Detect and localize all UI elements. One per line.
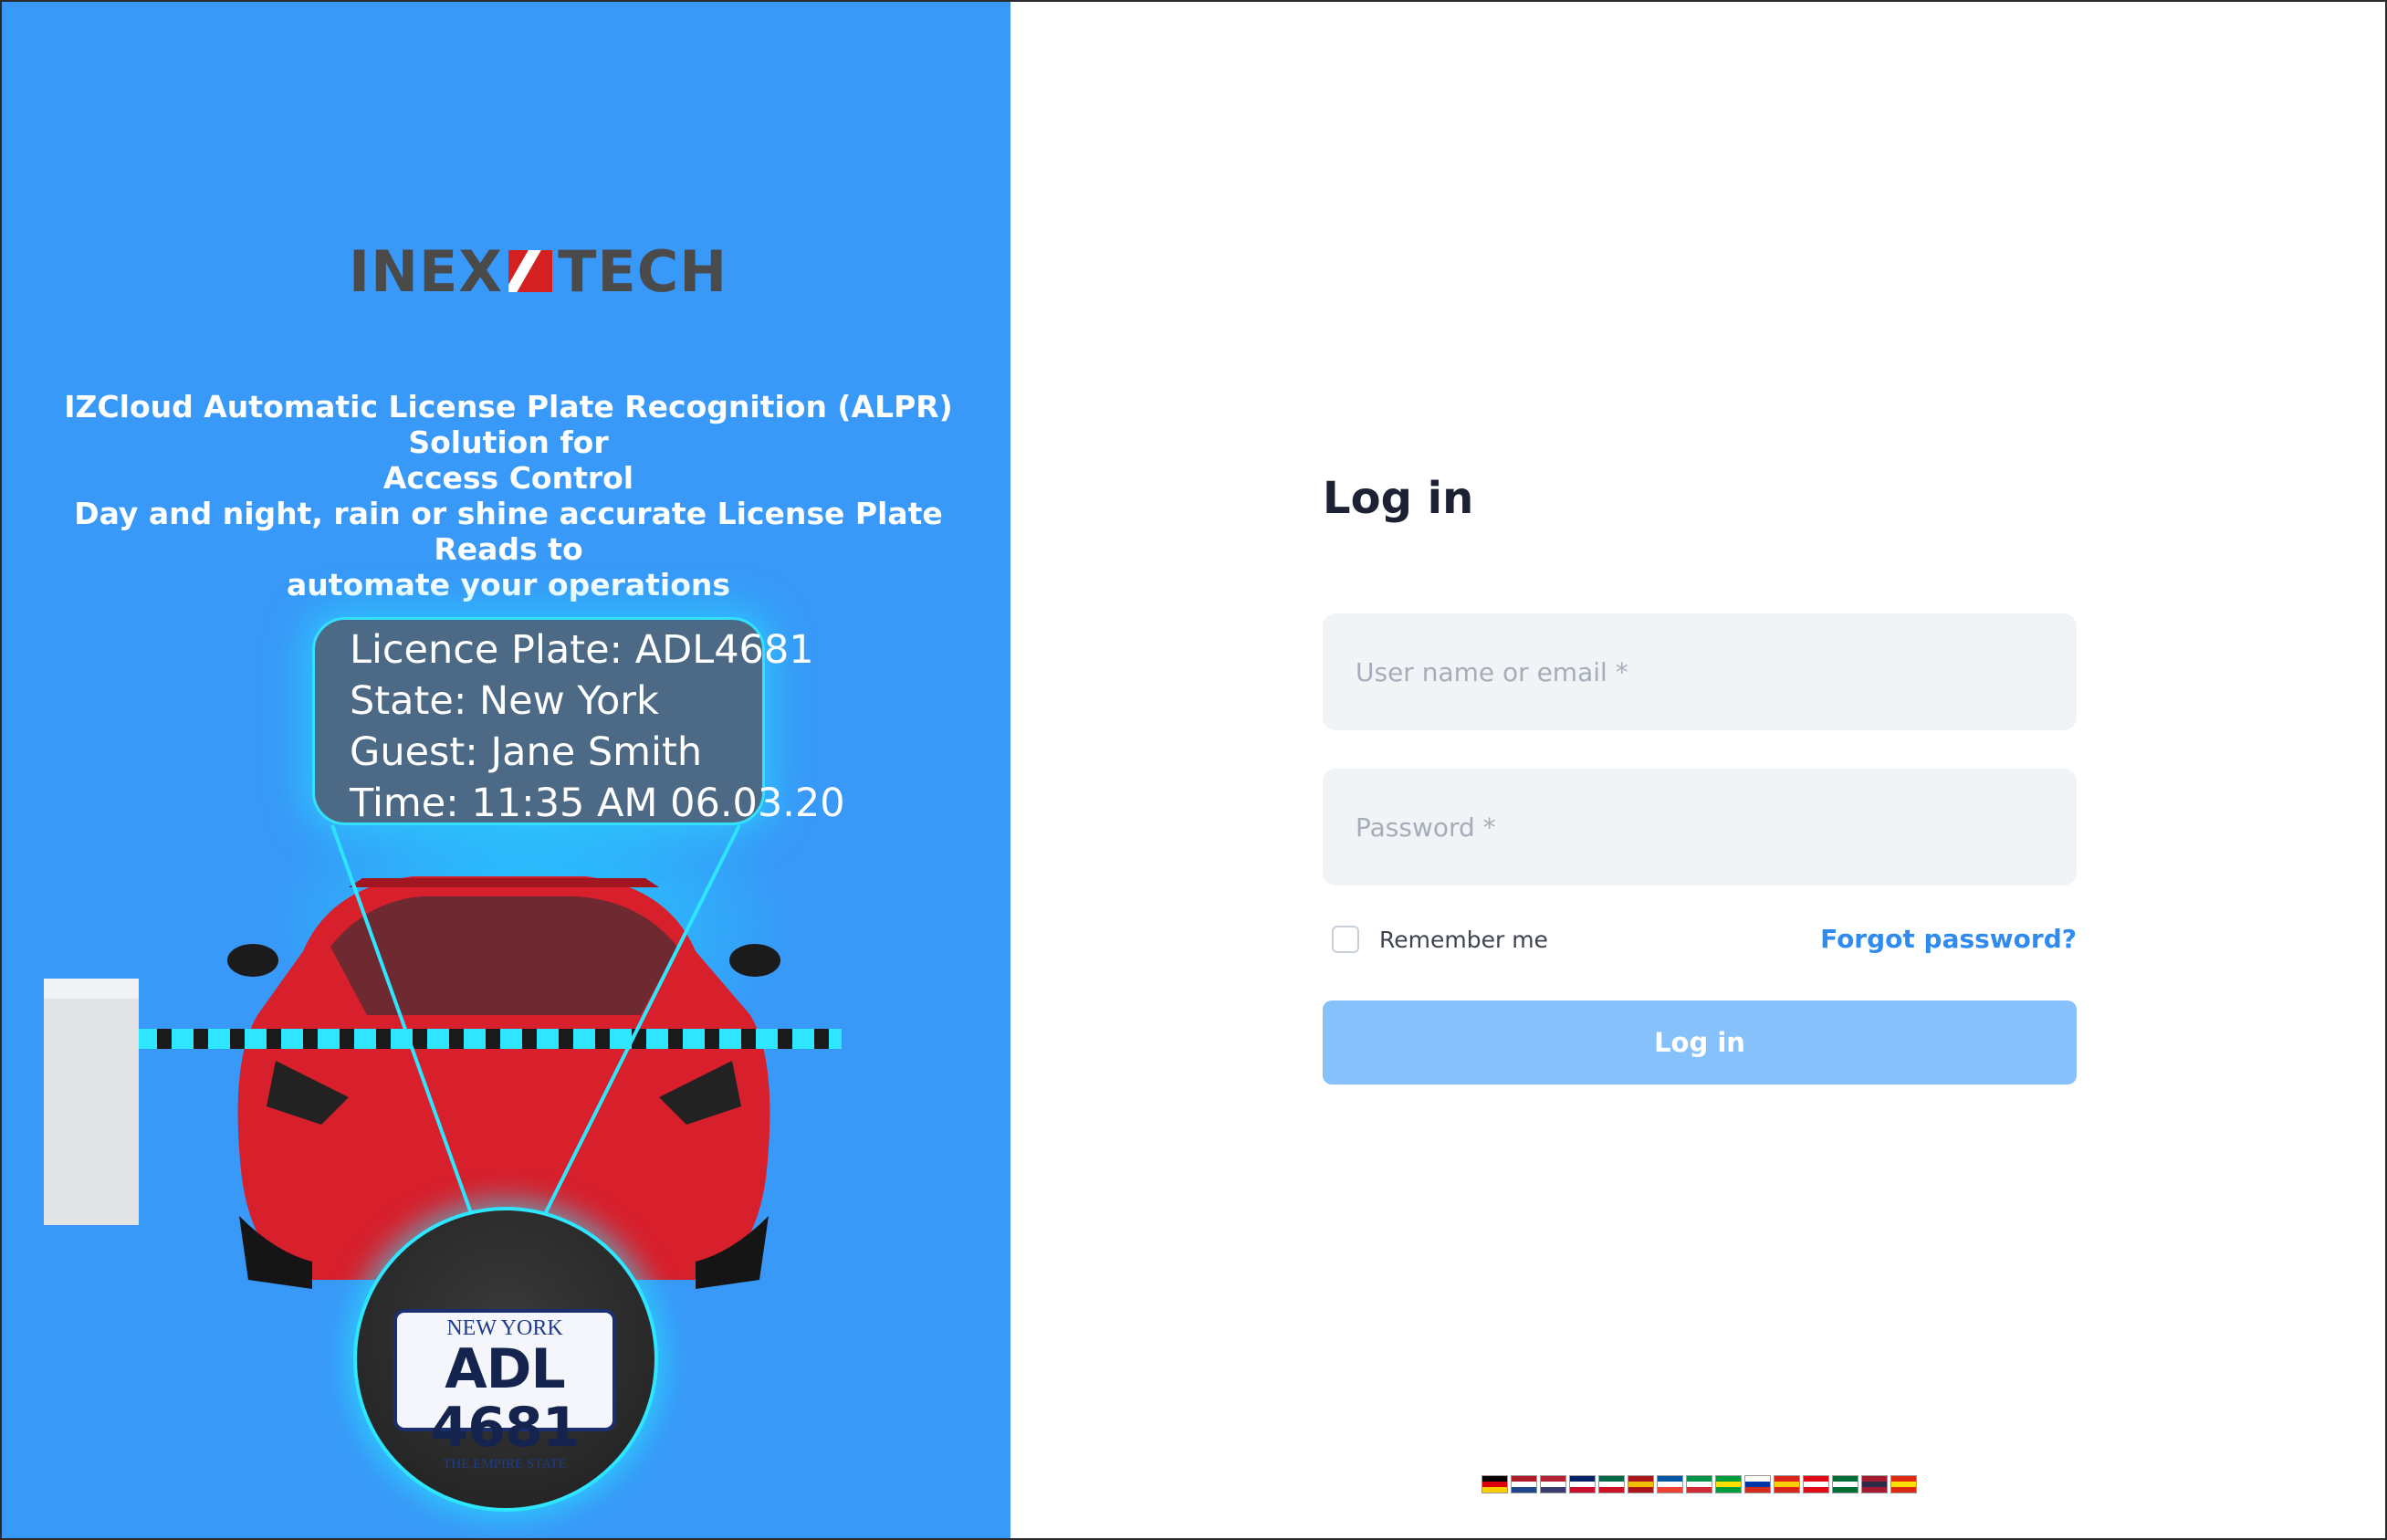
china-flag-icon[interactable] <box>1890 1475 1917 1493</box>
turkey-flag-icon[interactable] <box>1803 1475 1829 1493</box>
guest-readout: Guest: Jane Smith <box>350 729 703 775</box>
language-selector <box>1481 1475 1917 1493</box>
german-flag-icon[interactable] <box>1481 1475 1508 1493</box>
login-page: INEX TECH IZCloud Automatic License Plat… <box>0 0 2387 1540</box>
state-readout: State: New York <box>350 678 659 724</box>
uk-flag-icon[interactable] <box>1569 1475 1596 1493</box>
spain-flag-icon[interactable] <box>1628 1475 1654 1493</box>
license-plate: NEW YORK ADL 4681 THE EMPIRE STATE <box>393 1309 616 1472</box>
password-input[interactable] <box>1323 769 2077 885</box>
dutch-flag-icon[interactable] <box>1511 1475 1537 1493</box>
mexico-flag-icon[interactable] <box>1598 1475 1625 1493</box>
username-input[interactable] <box>1323 613 2077 730</box>
russia-flag-icon[interactable] <box>1744 1475 1771 1493</box>
thailand-flag-icon[interactable] <box>1861 1475 1888 1493</box>
tagline-line: Access Control <box>382 460 634 496</box>
us-flag-icon[interactable] <box>1540 1475 1566 1493</box>
tagline-line: Day and night, rain or shine accurate Li… <box>74 496 943 567</box>
plate-number: ADL 4681 <box>430 1337 581 1460</box>
alpr-illustration: Licence Plate: ADL4681 State: New York G… <box>2 586 1010 1538</box>
italy-flag-icon[interactable] <box>1686 1475 1712 1493</box>
brazil-flag-icon[interactable] <box>1715 1475 1742 1493</box>
tagline-line: IZCloud Automatic License Plate Recognit… <box>64 389 953 460</box>
vietnam-flag-icon[interactable] <box>1774 1475 1800 1493</box>
logo-text-right: TECH <box>558 237 728 305</box>
remember-me[interactable]: Remember me <box>1332 926 1548 953</box>
logo-slash-icon <box>508 250 553 292</box>
plate-readout: Licence Plate: ADL4681 <box>350 627 814 673</box>
inex-tech-logo: INEX TECH <box>349 235 728 308</box>
time-readout: Time: 11:35 AM 06.03.20 <box>350 780 845 826</box>
recognition-result-card: Licence Plate: ADL4681 State: New York G… <box>312 617 845 826</box>
remember-me-label: Remember me <box>1379 926 1548 953</box>
logo-text-left: INEX <box>349 237 504 305</box>
plate-zoom-lens: NEW YORK ADL 4681 THE EMPIRE STATE <box>353 1207 658 1512</box>
france-flag-icon[interactable] <box>1657 1475 1683 1493</box>
login-button[interactable]: Log in <box>1323 1000 2077 1084</box>
forgot-password-link[interactable]: Forgot password? <box>1820 924 2077 954</box>
remember-me-checkbox[interactable] <box>1332 926 1359 953</box>
tagline: IZCloud Automatic License Plate Recognit… <box>20 389 997 602</box>
login-panel: Log in Remember me Forgot password? Log … <box>1010 2 2385 1538</box>
page-title: Log in <box>1323 473 1474 524</box>
saudi-flag-icon[interactable] <box>1832 1475 1858 1493</box>
promo-panel: INEX TECH IZCloud Automatic License Plat… <box>2 2 1010 1538</box>
plate-motto: THE EMPIRE STATE <box>443 1457 567 1472</box>
